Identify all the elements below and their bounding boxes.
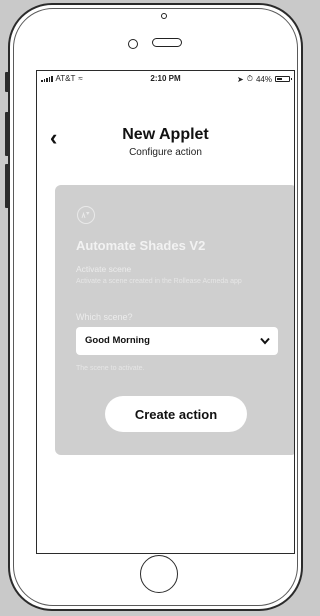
app-screen: AT&T ≈ 2:10 PM ➤ ⏱ 44% ‹ New Applet Conf… [36, 70, 295, 554]
alarm-icon: ⏱ [246, 74, 253, 83]
battery-percent: 44% [255, 74, 272, 84]
scene-field-label: Which scene? [76, 312, 133, 322]
phone-frame: AT&T ≈ 2:10 PM ➤ ⏱ 44% ‹ New Applet Conf… [8, 3, 303, 611]
mute-switch [5, 72, 9, 92]
create-action-button[interactable]: Create action [105, 396, 247, 432]
scene-field-help: The scene to activate. [76, 365, 145, 372]
action-card: Automate Shades V2 Activate scene Activa… [55, 185, 294, 455]
home-button[interactable] [140, 555, 178, 593]
battery-icon [275, 76, 292, 82]
scene-dropdown-value: Good Morning [85, 335, 150, 346]
scene-dropdown[interactable]: Good Morning [76, 327, 278, 355]
earpiece-speaker [152, 38, 182, 47]
action-description: Activate a scene created in the Rollease… [76, 278, 242, 285]
chevron-down-icon [260, 337, 270, 345]
battery-level [277, 78, 282, 80]
status-bar: AT&T ≈ 2:10 PM ➤ ⏱ 44% [37, 71, 294, 85]
rollease-acmeda-icon [77, 206, 95, 224]
volume-up-button [5, 112, 9, 156]
status-right: ➤ ⏱ 44% [237, 74, 292, 84]
location-icon: ➤ [237, 74, 244, 84]
front-sensor [161, 13, 167, 19]
service-title: Automate Shades V2 [76, 238, 206, 253]
page-subtitle: Configure action [129, 147, 202, 158]
page-title: New Applet [122, 126, 209, 143]
front-camera [128, 39, 138, 49]
volume-down-button [5, 164, 9, 208]
action-title: Activate scene [76, 264, 132, 274]
